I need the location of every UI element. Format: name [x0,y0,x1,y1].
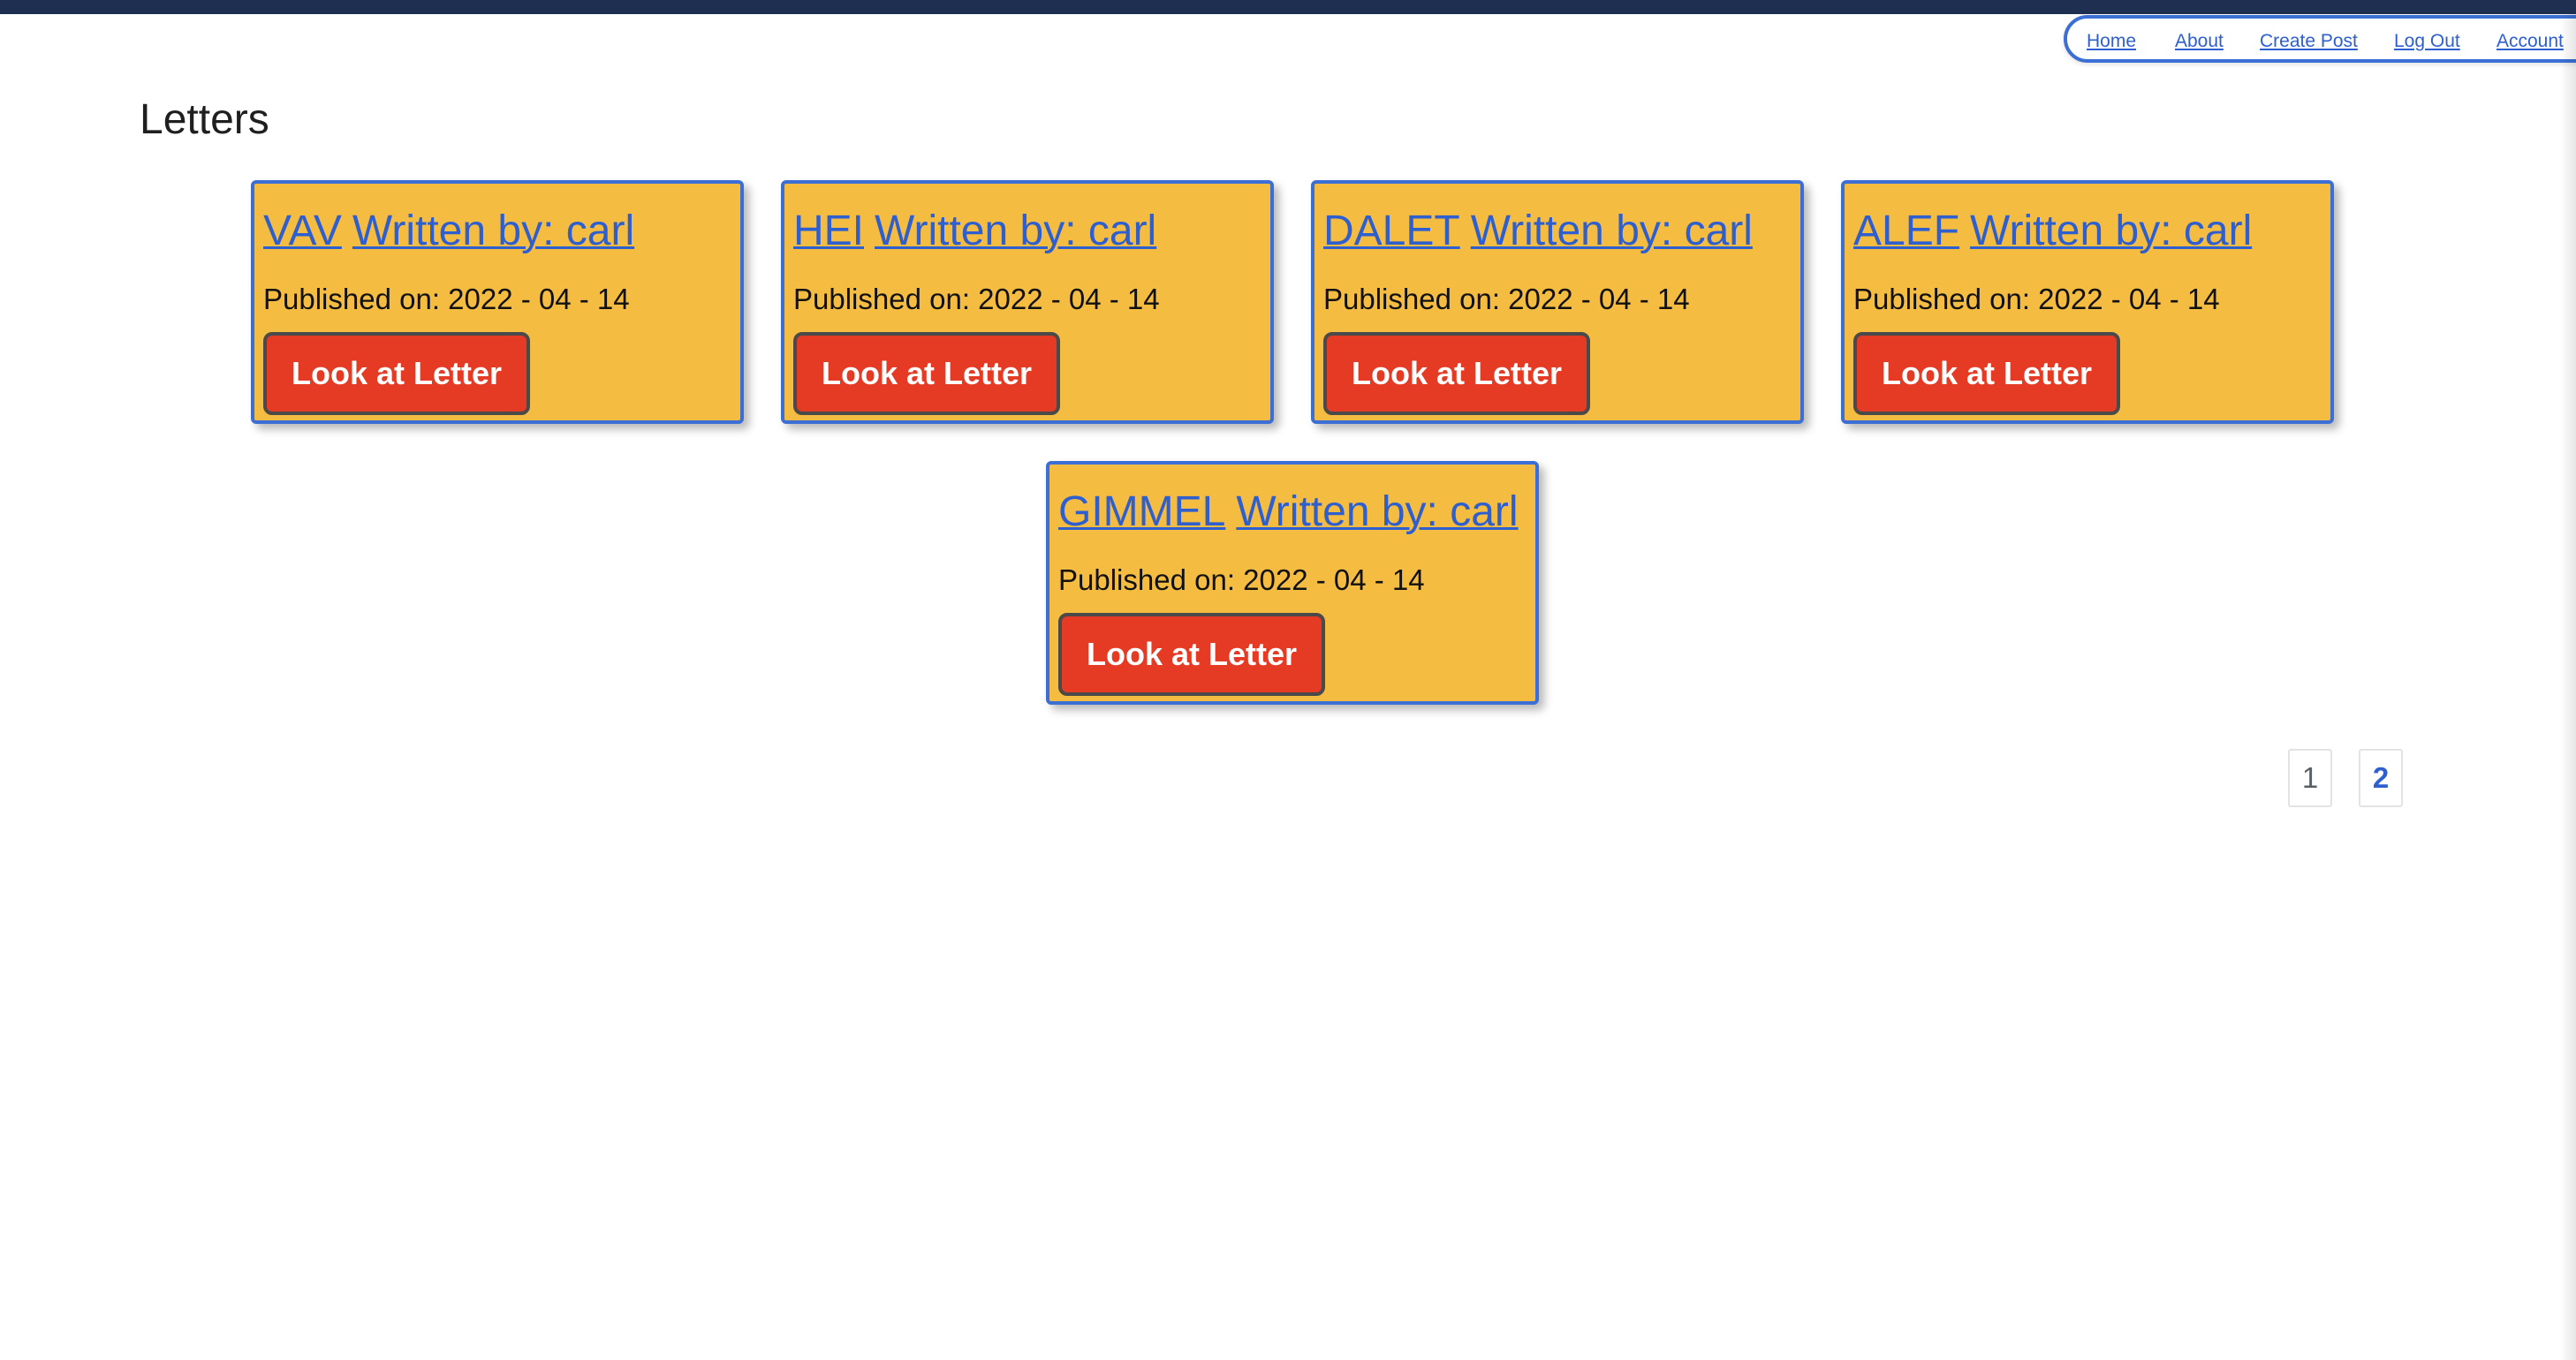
letter-published-date: Published on: 2022 - 04 - 14 [793,283,1160,315]
letter-published-date: Published on: 2022 - 04 - 14 [1323,283,1690,315]
top-bar [0,0,2576,14]
look-at-letter-button[interactable]: Look at Letter [1058,613,1325,696]
page-1-button[interactable]: 1 [2288,749,2332,807]
letter-author-link[interactable]: Written by: carl [875,208,1156,254]
letter-card-title: HEI Written by: carl [793,210,1156,253]
letter-name-link[interactable]: DALET [1323,208,1460,254]
letter-card-title: VAV Written by: carl [263,210,634,253]
letter-card-title: GIMMEL Written by: carl [1058,491,1519,533]
letter-published-date: Published on: 2022 - 04 - 14 [1058,563,1425,596]
letter-name-link[interactable]: ALEF [1853,208,1959,254]
nav-link-create-post[interactable]: Create Post [2260,31,2358,52]
nav-link-home[interactable]: Home [2087,31,2136,52]
letter-author-link[interactable]: Written by: carl [1471,208,1753,254]
letter-card: GIMMEL Written by: carl Published on: 202… [1046,461,1539,705]
look-at-letter-button[interactable]: Look at Letter [1323,332,1590,415]
nav-menu: Home About Create Post Log Out Account [2064,15,2576,63]
letter-author-link[interactable]: Written by: carl [1970,208,2252,254]
letter-card-title: DALET Written by: carl [1323,210,1753,253]
letter-author-link[interactable]: Written by: carl [352,208,634,254]
nav-link-log-out[interactable]: Log Out [2394,31,2460,52]
letter-name-link[interactable]: GIMMEL [1058,488,1225,535]
letter-published-date: Published on: 2022 - 04 - 14 [1853,283,2220,315]
nav-link-account[interactable]: Account [2496,31,2564,52]
letter-name-link[interactable]: HEI [793,208,864,254]
letter-card: ALEF Written by: carl Published on: 2022 … [1841,180,2334,424]
look-at-letter-button[interactable]: Look at Letter [793,332,1060,415]
page-2-button[interactable]: 2 [2359,749,2403,807]
letter-card-title: ALEF Written by: carl [1853,210,2252,253]
letter-name-link[interactable]: VAV [263,208,342,254]
letter-author-link[interactable]: Written by: carl [1236,488,1518,535]
look-at-letter-button[interactable]: Look at Letter [1853,332,2120,415]
nav-link-about[interactable]: About [2175,31,2224,52]
letter-card: DALET Written by: carl Published on: 2022… [1311,180,1804,424]
letter-card: HEI Written by: carl Published on: 2022 -… [781,180,1274,424]
look-at-letter-button[interactable]: Look at Letter [263,332,530,415]
page-edge-shadow [2560,14,2576,1360]
letter-published-date: Published on: 2022 - 04 - 14 [263,283,630,315]
letter-card: VAV Written by: carl Published on: 2022 -… [251,180,744,424]
page-title: Letters [140,96,269,143]
